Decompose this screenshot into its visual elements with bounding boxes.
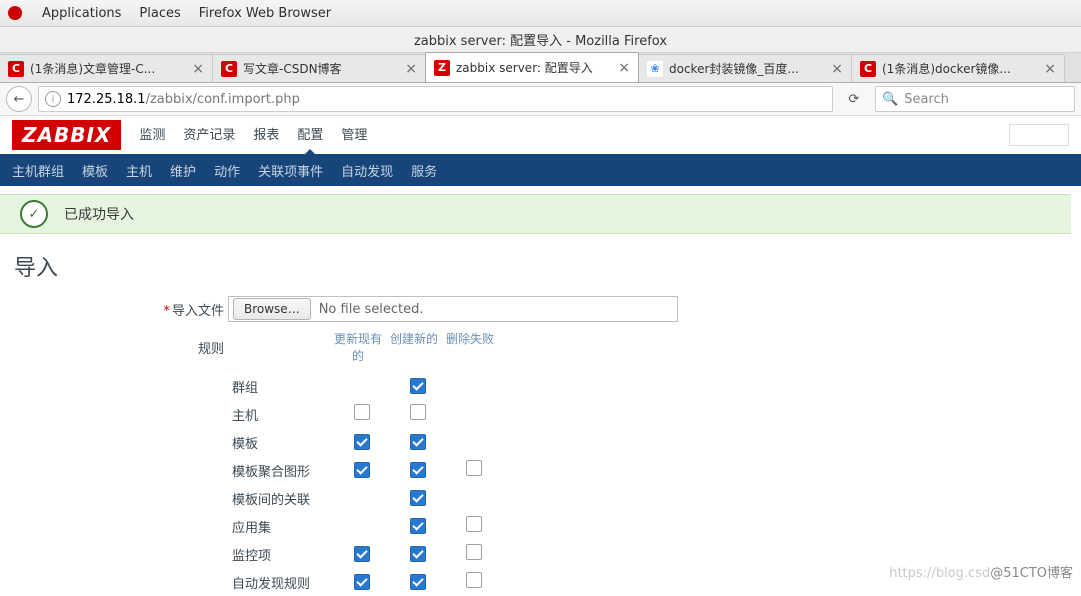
url-path: /zabbix/conf.import.php xyxy=(146,92,300,107)
main-menu-item-0[interactable]: 监测 xyxy=(139,124,165,147)
page-info-icon[interactable]: i xyxy=(45,91,61,107)
tab-label: (1条消息)docker镜像... xyxy=(882,60,1038,77)
rule-name: 应用集 xyxy=(232,517,334,536)
rule-delete-checkbox[interactable] xyxy=(466,516,482,532)
rule-delete-checkbox[interactable] xyxy=(466,460,482,476)
browser-tab-0[interactable]: C (1条消息)文章管理-C... × xyxy=(0,54,213,82)
tab-favicon-icon: Z xyxy=(434,60,450,76)
url-bar[interactable]: i 172.25.18.1/zabbix/conf.import.php xyxy=(38,86,833,112)
zabbix-sub-menu: 主机群组模板主机维护动作关联项事件自动发现服务 xyxy=(0,154,1081,186)
reload-button[interactable]: ⟳ xyxy=(839,92,869,107)
page-title: 导入 xyxy=(0,242,1081,296)
browser-tab-4[interactable]: C (1条消息)docker镜像... × xyxy=(851,54,1065,82)
sub-menu-item-6[interactable]: 自动发现 xyxy=(341,161,393,180)
rule-delete-checkbox[interactable] xyxy=(466,572,482,588)
tab-close-icon[interactable]: × xyxy=(192,62,204,76)
rule-name: 模板 xyxy=(232,433,334,452)
gnome-places[interactable]: Places xyxy=(139,6,180,21)
tab-label: docker封装镜像_百度... xyxy=(669,60,825,77)
rule-create-checkbox[interactable] xyxy=(410,546,426,562)
firefox-tab-strip: C(1条消息)文章管理-C...×C写文章-CSDN博客×Zzabbix ser… xyxy=(0,53,1081,83)
gnome-active-app[interactable]: Firefox Web Browser xyxy=(199,6,331,21)
rule-name: 监控项 xyxy=(232,545,334,564)
gnome-top-bar: Applications Places Firefox Web Browser xyxy=(0,0,1081,27)
url-host: 172.25.18.1 xyxy=(67,92,146,107)
check-icon: ✓ xyxy=(20,200,48,228)
rule-create-checkbox[interactable] xyxy=(410,574,426,590)
back-button[interactable]: ← xyxy=(6,86,32,112)
rule-row-3: 模板聚合图形 xyxy=(150,456,1081,484)
rule-create-checkbox[interactable] xyxy=(410,434,426,450)
browse-button[interactable]: Browse… xyxy=(233,298,311,320)
import-form: *导入文件 Browse… No file selected. 规则 更新现有的… xyxy=(0,296,1081,364)
firefox-window-title: zabbix server: 配置导入 - Mozilla Firefox xyxy=(0,27,1081,53)
file-status-text: No file selected. xyxy=(319,302,424,317)
zabbix-header: ZABBIX 监测资产记录报表配置管理 xyxy=(0,116,1081,154)
redhat-icon xyxy=(8,6,22,20)
sub-menu-item-1[interactable]: 模板 xyxy=(82,161,108,180)
gnome-applications[interactable]: Applications xyxy=(42,6,121,21)
rule-update-checkbox[interactable] xyxy=(354,574,370,590)
rule-row-0: 群组 xyxy=(150,372,1081,400)
rule-create-checkbox[interactable] xyxy=(410,404,426,420)
success-message: ✓ 已成功导入 xyxy=(10,194,1071,234)
tab-label: 写文章-CSDN博客 xyxy=(243,60,399,77)
tab-favicon-icon: C xyxy=(860,61,876,77)
sub-menu-item-2[interactable]: 主机 xyxy=(126,161,152,180)
search-icon: 🔍 xyxy=(882,92,898,107)
rule-update-checkbox[interactable] xyxy=(354,404,370,420)
tab-close-icon[interactable]: × xyxy=(405,62,417,76)
browser-tab-3[interactable]: ❀ docker封装镜像_百度... × xyxy=(638,54,852,82)
main-menu-item-1[interactable]: 资产记录 xyxy=(183,124,235,147)
zabbix-main-menu: 监测资产记录报表配置管理 xyxy=(139,124,367,147)
tab-favicon-icon: ❀ xyxy=(647,61,663,77)
rule-name: 模板聚合图形 xyxy=(232,461,334,480)
browser-tab-2[interactable]: Zzabbix server: 配置导入 × xyxy=(425,52,639,82)
sub-menu-item-3[interactable]: 维护 xyxy=(170,161,196,180)
browser-tab-1[interactable]: C 写文章-CSDN博客 × xyxy=(212,54,426,82)
rule-name: 主机 xyxy=(232,405,334,424)
rule-row-4: 模板间的关联 xyxy=(150,484,1081,512)
tab-label: zabbix server: 配置导入 xyxy=(456,59,612,76)
rule-row-1: 主机 xyxy=(150,400,1081,428)
sub-menu-item-5[interactable]: 关联项事件 xyxy=(258,161,323,180)
sub-menu-item-7[interactable]: 服务 xyxy=(411,161,437,180)
rule-create-checkbox[interactable] xyxy=(410,462,426,478)
import-file-label: *导入文件 xyxy=(150,300,228,319)
col-create: 创建新的 xyxy=(390,332,438,346)
rules-label: 规则 xyxy=(150,338,228,357)
tab-label: (1条消息)文章管理-C... xyxy=(30,60,186,77)
browser-search-input[interactable]: 🔍 Search xyxy=(875,86,1075,112)
col-update: 更新现有的 xyxy=(334,332,382,363)
rule-name: 自动发现规则 xyxy=(232,573,334,592)
firefox-nav-bar: ← i 172.25.18.1/zabbix/conf.import.php ⟳… xyxy=(0,83,1081,116)
main-menu-item-3[interactable]: 配置 xyxy=(297,124,323,147)
rule-row-2: 模板 xyxy=(150,428,1081,456)
zabbix-header-search[interactable] xyxy=(1009,124,1069,146)
rule-update-checkbox[interactable] xyxy=(354,462,370,478)
tab-favicon-icon: C xyxy=(8,61,24,77)
col-delete: 删除失败 xyxy=(446,332,494,346)
rule-name: 模板间的关联 xyxy=(232,489,334,508)
rule-create-checkbox[interactable] xyxy=(410,518,426,534)
rule-row-5: 应用集 xyxy=(150,512,1081,540)
zabbix-logo[interactable]: ZABBIX xyxy=(12,120,121,150)
sub-menu-item-0[interactable]: 主机群组 xyxy=(12,161,64,180)
tab-close-icon[interactable]: × xyxy=(618,61,630,75)
rule-create-checkbox[interactable] xyxy=(410,490,426,506)
watermark: https://blog.csd@51CTO博客 xyxy=(889,562,1073,581)
main-menu-item-2[interactable]: 报表 xyxy=(253,124,279,147)
rule-create-checkbox[interactable] xyxy=(410,378,426,394)
import-file-field[interactable]: Browse… No file selected. xyxy=(228,296,678,322)
success-text: 已成功导入 xyxy=(64,204,134,224)
main-menu-item-4[interactable]: 管理 xyxy=(341,124,367,147)
tab-favicon-icon: C xyxy=(221,61,237,77)
sub-menu-item-4[interactable]: 动作 xyxy=(214,161,240,180)
rule-name: 群组 xyxy=(232,377,334,396)
tab-close-icon[interactable]: × xyxy=(831,62,843,76)
tab-close-icon[interactable]: × xyxy=(1044,62,1056,76)
rule-update-checkbox[interactable] xyxy=(354,546,370,562)
rule-update-checkbox[interactable] xyxy=(354,434,370,450)
rule-delete-checkbox[interactable] xyxy=(466,544,482,560)
